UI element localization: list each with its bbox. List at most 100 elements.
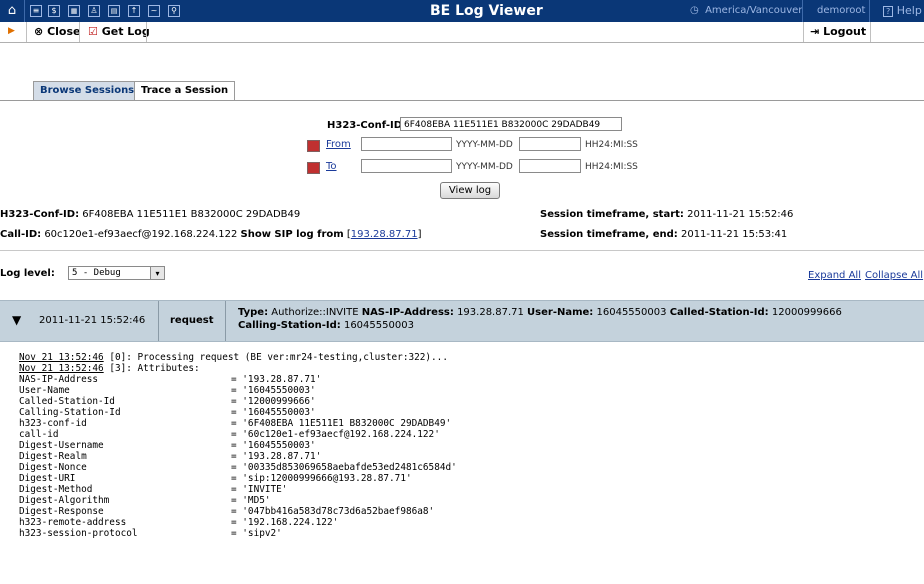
request-header[interactable]: ▼ 2011-11-21 15:52:46 request Type: Auth…	[0, 300, 924, 342]
to-time-input[interactable]	[519, 159, 581, 173]
from-time-input[interactable]	[519, 137, 581, 151]
tab-trace-session[interactable]: Trace a Session	[134, 81, 236, 101]
divider	[803, 22, 804, 42]
attr-value: = '12000999666'	[231, 396, 316, 407]
type-label: Type:	[238, 307, 269, 318]
username-link[interactable]: demoroot	[817, 5, 865, 16]
nas-value: 193.28.87.71	[457, 307, 524, 318]
called-label: Called-Station-Id:	[669, 307, 769, 318]
help-label: Help	[896, 4, 922, 17]
log-output: Nov 21 13:52:46 [0]: Processing request …	[19, 352, 457, 539]
to-date-input[interactable]	[361, 159, 452, 173]
calendar-icon[interactable]	[307, 140, 320, 152]
divider	[225, 301, 226, 341]
divider	[0, 250, 924, 251]
expand-all-link[interactable]: Expand All	[808, 270, 861, 281]
close-label: Close	[47, 25, 81, 38]
attr-value: = '193.28.87.71'	[231, 374, 322, 385]
person-icon[interactable]: ♙	[88, 5, 100, 17]
log-level-label: Log level:	[0, 268, 55, 279]
session-end-label: Session timeframe, end:	[540, 229, 678, 240]
session-start: Session timeframe, start: 2011-11-21 15:…	[540, 209, 793, 220]
from-date-input[interactable]	[361, 137, 452, 151]
session-start-value: 2011-11-21 15:52:46	[687, 209, 794, 220]
session-conf-id: H323-Conf-ID: 6F408EBA 11E511E1 B832000C…	[0, 209, 300, 220]
collapse-triangle-icon[interactable]: ▼	[12, 313, 21, 327]
close-icon: ⊗	[34, 25, 44, 38]
attr-key: h323-session-protocol	[19, 528, 138, 539]
user-value: 16045550003	[596, 307, 667, 318]
attr-value: = '047bb416a583d78c73d6a52baef986a8'	[231, 506, 435, 517]
session-conf-id-value: 6F408EBA 11E511E1 B832000C 29DADB49	[82, 209, 301, 220]
timezone-label: America/Vancouver	[705, 5, 803, 16]
divider	[79, 22, 80, 42]
home-icon[interactable]: ⌂	[5, 4, 19, 18]
divider	[26, 22, 27, 42]
search-icon[interactable]: ⚲	[168, 5, 180, 17]
request-kind: request	[170, 315, 214, 326]
calling-label: Calling-Station-Id:	[238, 320, 341, 331]
close-button[interactable]: ⊗ Close	[34, 25, 80, 38]
upload-icon[interactable]: ↑	[128, 5, 140, 17]
attr-value: = 'MD5'	[231, 495, 271, 506]
attr-key: Digest-Algorithm	[19, 495, 110, 506]
logout-label: Logout	[823, 25, 867, 38]
attr-value: = '193.28.87.71'	[231, 451, 322, 462]
attr-key: Digest-Username	[19, 440, 104, 451]
session-end-value: 2011-11-21 15:53:41	[680, 229, 788, 240]
attr-key: h323-remote-address	[19, 517, 127, 528]
from-link[interactable]: From	[326, 139, 351, 150]
help-link[interactable]: ? Help	[883, 4, 922, 17]
calendar-icon[interactable]	[307, 162, 320, 174]
divider	[802, 0, 803, 22]
view-log-button[interactable]: View log	[440, 182, 500, 199]
page-title: BE Log Viewer	[430, 3, 543, 19]
logout-button[interactable]: ⇥ Logout	[810, 25, 866, 38]
request-timestamp: 2011-11-21 15:52:46	[39, 315, 146, 326]
list-icon[interactable]: ≡	[30, 5, 42, 17]
divider	[870, 22, 871, 42]
session-call-id: Call-ID: 60c120e1-ef93aecf@192.168.224.1…	[0, 229, 422, 240]
attr-key: Called-Station-Id	[19, 396, 115, 407]
user-label: User-Name:	[527, 307, 594, 318]
attr-key: User-Name	[19, 385, 70, 396]
attr-key: Digest-URI	[19, 473, 76, 484]
call-id-value: 60c120e1-ef93aecf@192.168.224.122	[44, 229, 238, 240]
chart-icon[interactable]: ~	[148, 5, 160, 17]
to-date-hint: YYYY-MM-DD	[456, 162, 513, 172]
attr-key: call-id	[19, 429, 59, 440]
divider	[158, 301, 159, 341]
call-id-label: Call-ID:	[0, 229, 42, 240]
calling-value: 16045550003	[343, 320, 414, 331]
dollar-icon[interactable]: $	[48, 5, 60, 17]
sip-log-link[interactable]: 193.28.87.71	[351, 229, 418, 240]
session-start-label: Session timeframe, start:	[540, 209, 684, 220]
attr-value: = '16045550003'	[231, 407, 316, 418]
log-level-select[interactable]: 5 - Debug ▾	[68, 266, 165, 280]
conf-id-input[interactable]: 6F408EBA 11E511E1 B832000C 29DADB49	[400, 117, 622, 131]
log-timestamp: Nov 21 13:52:46	[19, 363, 104, 374]
attr-value: = '00335d853069658aebafde53ed2481c6584d'	[231, 462, 457, 473]
divider	[24, 0, 25, 22]
to-link[interactable]: To	[326, 161, 337, 172]
attr-value: = '192.168.224.122'	[231, 517, 339, 528]
tab-panel-border	[0, 100, 924, 101]
top-bar: ⌂ ≡ $ ▦ ♙ ▤ ↑ ~ ⚲ BE Log Viewer ◷ Americ…	[0, 0, 924, 22]
attr-key: Digest-Method	[19, 484, 93, 495]
attr-key: Digest-Nonce	[19, 462, 87, 473]
collapse-all-link[interactable]: Collapse All	[865, 270, 923, 281]
log-line: [3]: Attributes:	[103, 363, 200, 374]
play-icon: ▶	[8, 26, 15, 36]
get-log-button[interactable]: ☑ Get Log	[88, 25, 150, 38]
attr-value: = 'sip:12000999666@193.28.87.71'	[231, 473, 412, 484]
timezone-link[interactable]: ◷ America/Vancouver	[690, 5, 802, 16]
checkbox-icon: ☑	[88, 25, 98, 38]
toolbar: ▶ ⊗ Close ☑ Get Log ⇥ Logout	[0, 22, 924, 43]
attr-value: = '60c120e1-ef93aecf@192.168.224.122'	[231, 429, 440, 440]
tab-browse-sessions[interactable]: Browse Sessions	[33, 81, 142, 100]
attr-key: NAS-IP-Address	[19, 374, 99, 385]
conf-id-label: H323-Conf-ID	[327, 120, 403, 131]
log-timestamp: Nov 21 13:52:46	[19, 352, 104, 363]
grid-icon[interactable]: ▦	[68, 5, 80, 17]
calculator-icon[interactable]: ▤	[108, 5, 120, 17]
